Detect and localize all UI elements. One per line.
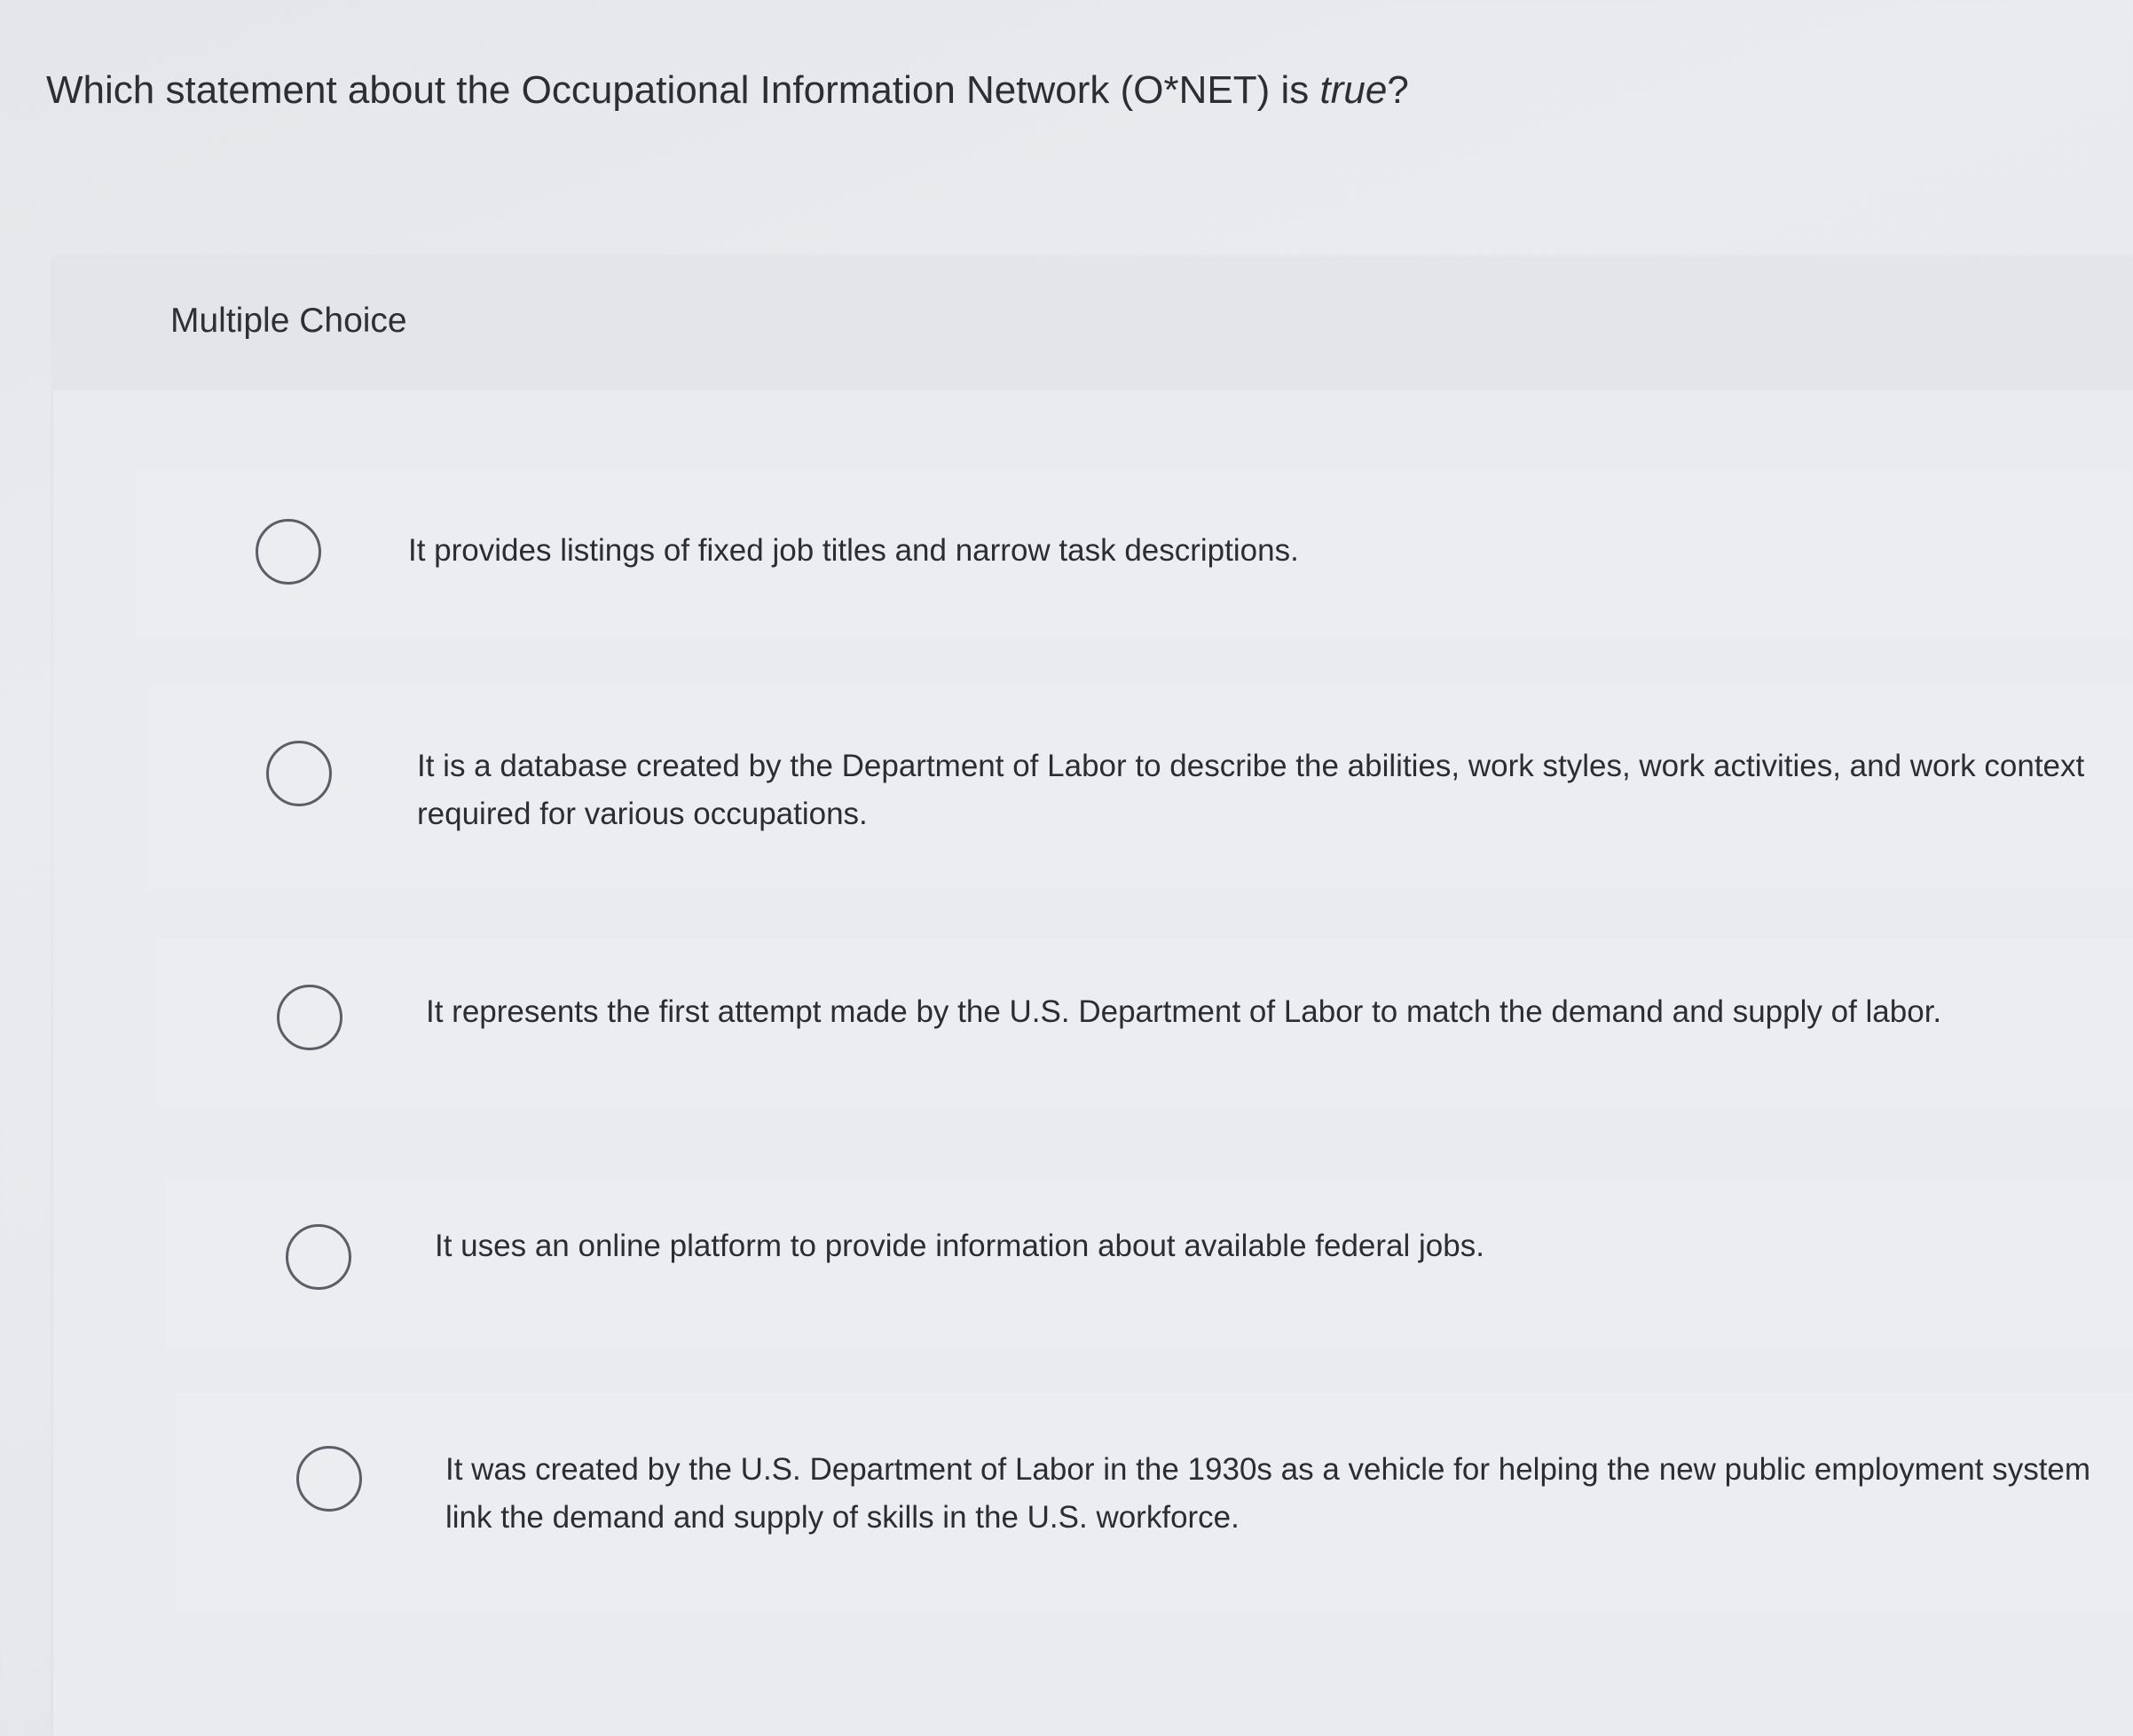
answer-option-1[interactable]: It provides listings of fixed job titles… <box>135 470 2131 639</box>
radio-button-3[interactable] <box>277 985 342 1050</box>
radio-button-1[interactable] <box>256 519 321 585</box>
answer-option-5[interactable]: It was created by the U.S. Department of… <box>176 1393 2133 1614</box>
answer-text-3: It represents the first attempt made by … <box>426 994 1942 1029</box>
multiple-choice-card: Multiple Choice It provides listings of … <box>53 257 2133 1736</box>
radio-button-5[interactable] <box>296 1446 362 1512</box>
question-prompt: Which statement about the Occupational I… <box>46 64 1409 117</box>
answer-text-4: It uses an online platform to provide in… <box>435 1229 1484 1263</box>
radio-button-4[interactable] <box>286 1224 351 1290</box>
answer-option-3[interactable]: It represents the first attempt made by … <box>156 939 2133 1107</box>
answer-text-1: It provides listings of fixed job titles… <box>408 533 1299 568</box>
answer-option-2[interactable]: It is a database created by the Departme… <box>146 687 2133 890</box>
answer-text-2: It is a database created by the Departme… <box>417 749 2085 831</box>
radio-button-2[interactable] <box>266 741 332 806</box>
answer-text-5: It was created by the U.S. Department of… <box>445 1452 2091 1535</box>
answer-option-4[interactable]: It uses an online platform to provide in… <box>165 1180 2133 1348</box>
question-text: Which statement about the Occupational I… <box>46 68 1320 112</box>
question-end: ? <box>1387 68 1409 112</box>
question-emphasis: true <box>1319 68 1388 112</box>
question-type-label: Multiple Choice <box>170 302 407 340</box>
card-header: Multiple Choice <box>53 257 2133 390</box>
